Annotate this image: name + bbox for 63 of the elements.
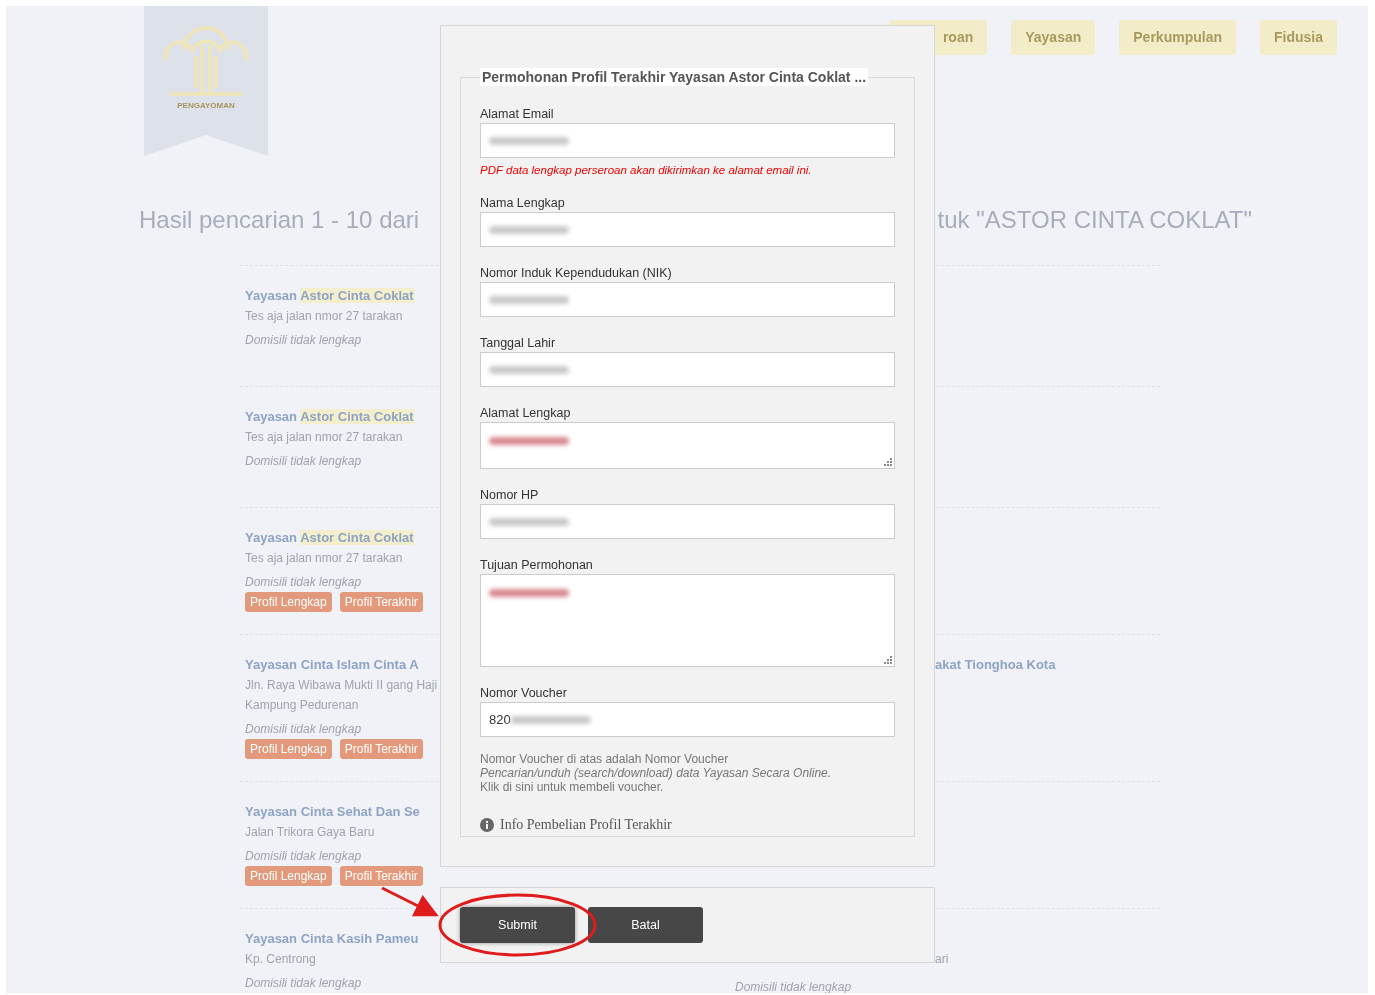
textarea-field[interactable] (480, 422, 895, 469)
result-title[interactable]: Yayasan Cinta Kasih Pameu (245, 929, 440, 949)
domicile-note: Domisili tidak lengkap (245, 975, 363, 992)
profile-button[interactable]: Profil Lengkap (245, 592, 332, 612)
input-field[interactable] (480, 352, 895, 387)
buy-voucher-link[interactable]: Klik di sini untuk membeli voucher. (480, 780, 664, 794)
result-title[interactable]: Yayasan Astor Cinta Coklat (245, 407, 440, 427)
input-field[interactable] (480, 504, 895, 539)
profile-button[interactable]: Profil Lengkap (245, 739, 332, 759)
result-title[interactable]: Yayasan Astor Cinta Coklat (245, 528, 440, 548)
results-heading: Hasil pencarian 1 - 10 dari (139, 205, 420, 235)
field-value: 820 (489, 710, 511, 729)
info-link[interactable]: Info Pembelian Profil Terakhir (500, 814, 672, 835)
result-title[interactable]: akat Tionghoa Kota (935, 655, 1160, 675)
domicile-note: Domisili tidak lengkap (245, 332, 363, 349)
info-icon (480, 817, 494, 832)
logo-caption: PENGAYOMAN (177, 100, 235, 112)
domicile-note: Domisili tidak lengkap (245, 453, 363, 470)
result-address: Tes aja jalan nmor 27 tarakan (245, 308, 404, 325)
field-label: Nomor Induk Kependudukan (NIK) (480, 265, 673, 282)
result-address: Tes aja jalan nmor 27 tarakan (245, 550, 404, 567)
result-address: ari (935, 951, 950, 968)
domicile-note: Domisili tidak lengkap (245, 574, 363, 591)
textarea-field[interactable] (480, 574, 895, 667)
help-text: Nomor Voucher di atas adalah Nomor Voucher (480, 752, 729, 766)
resize-grip-icon[interactable] (884, 656, 892, 664)
field-label: Nomor Voucher (480, 685, 568, 702)
field-label: Alamat Lengkap (480, 405, 572, 422)
profile-button[interactable]: Profil Terakhir (339, 866, 423, 886)
domicile-note: Domisili tidak lengkap (245, 721, 363, 738)
field-label: Nama Lengkap (480, 195, 566, 212)
fieldset-legend: Permohonan Profil Terakhir Yayasan Astor Cinta Coklat ... (480, 68, 869, 86)
nav-button[interactable]: Perkumpulan (1119, 20, 1236, 55)
result-title[interactable]: Yayasan Astor Cinta Coklat (245, 286, 440, 306)
input-field[interactable]: 820 (480, 702, 895, 737)
help-text: Pencarian/unduh (search/download) data Yayasan Secara Online. (480, 766, 833, 780)
resize-grip-icon[interactable] (884, 458, 892, 466)
result-title[interactable]: Yayasan Cinta Islam Cinta A (245, 655, 440, 675)
results-heading: tuk "ASTOR CINTA COKLAT" (937, 205, 1252, 235)
field-label: Tanggal Lahir (480, 335, 557, 352)
cancel-button[interactable]: Batal (588, 907, 703, 943)
result-title[interactable]: Yayasan Cinta Sehat Dan Se (245, 802, 440, 822)
input-field[interactable] (480, 123, 895, 158)
field-hint: PDF data lengkap perseroan akan dikirimkan ke alamat email ini. (480, 163, 813, 177)
annotation-arrow (381, 886, 439, 917)
result-address: Tes aja jalan nmor 27 tarakan (245, 429, 404, 446)
profile-button[interactable]: Profil Lengkap (245, 866, 332, 886)
profile-button[interactable]: Profil Terakhir (339, 739, 423, 759)
field-label: Alamat Email (480, 106, 555, 123)
submit-button[interactable]: Submit (460, 907, 575, 943)
domicile-note: Domisili tidak lengkap (245, 848, 363, 865)
input-field[interactable] (480, 282, 895, 317)
field-label: Tujuan Permohonan (480, 557, 594, 574)
nav-button[interactable]: Yayasan (1011, 20, 1096, 55)
nav-button[interactable]: Fidusia (1260, 20, 1337, 55)
profile-button[interactable]: Profil Terakhir (339, 592, 423, 612)
result-address: Jln. Raya Wibawa Mukti II gang Haji (245, 677, 439, 694)
result-address: Kampung Pedurenan (245, 697, 360, 714)
result-address: Kp. Centrong (245, 951, 317, 968)
field-label: Nomor HP (480, 487, 540, 504)
domicile-note: Domisili tidak lengkap (735, 979, 853, 993)
input-field[interactable] (480, 212, 895, 247)
result-address: Jalan Trikora Gaya Baru (245, 824, 376, 841)
